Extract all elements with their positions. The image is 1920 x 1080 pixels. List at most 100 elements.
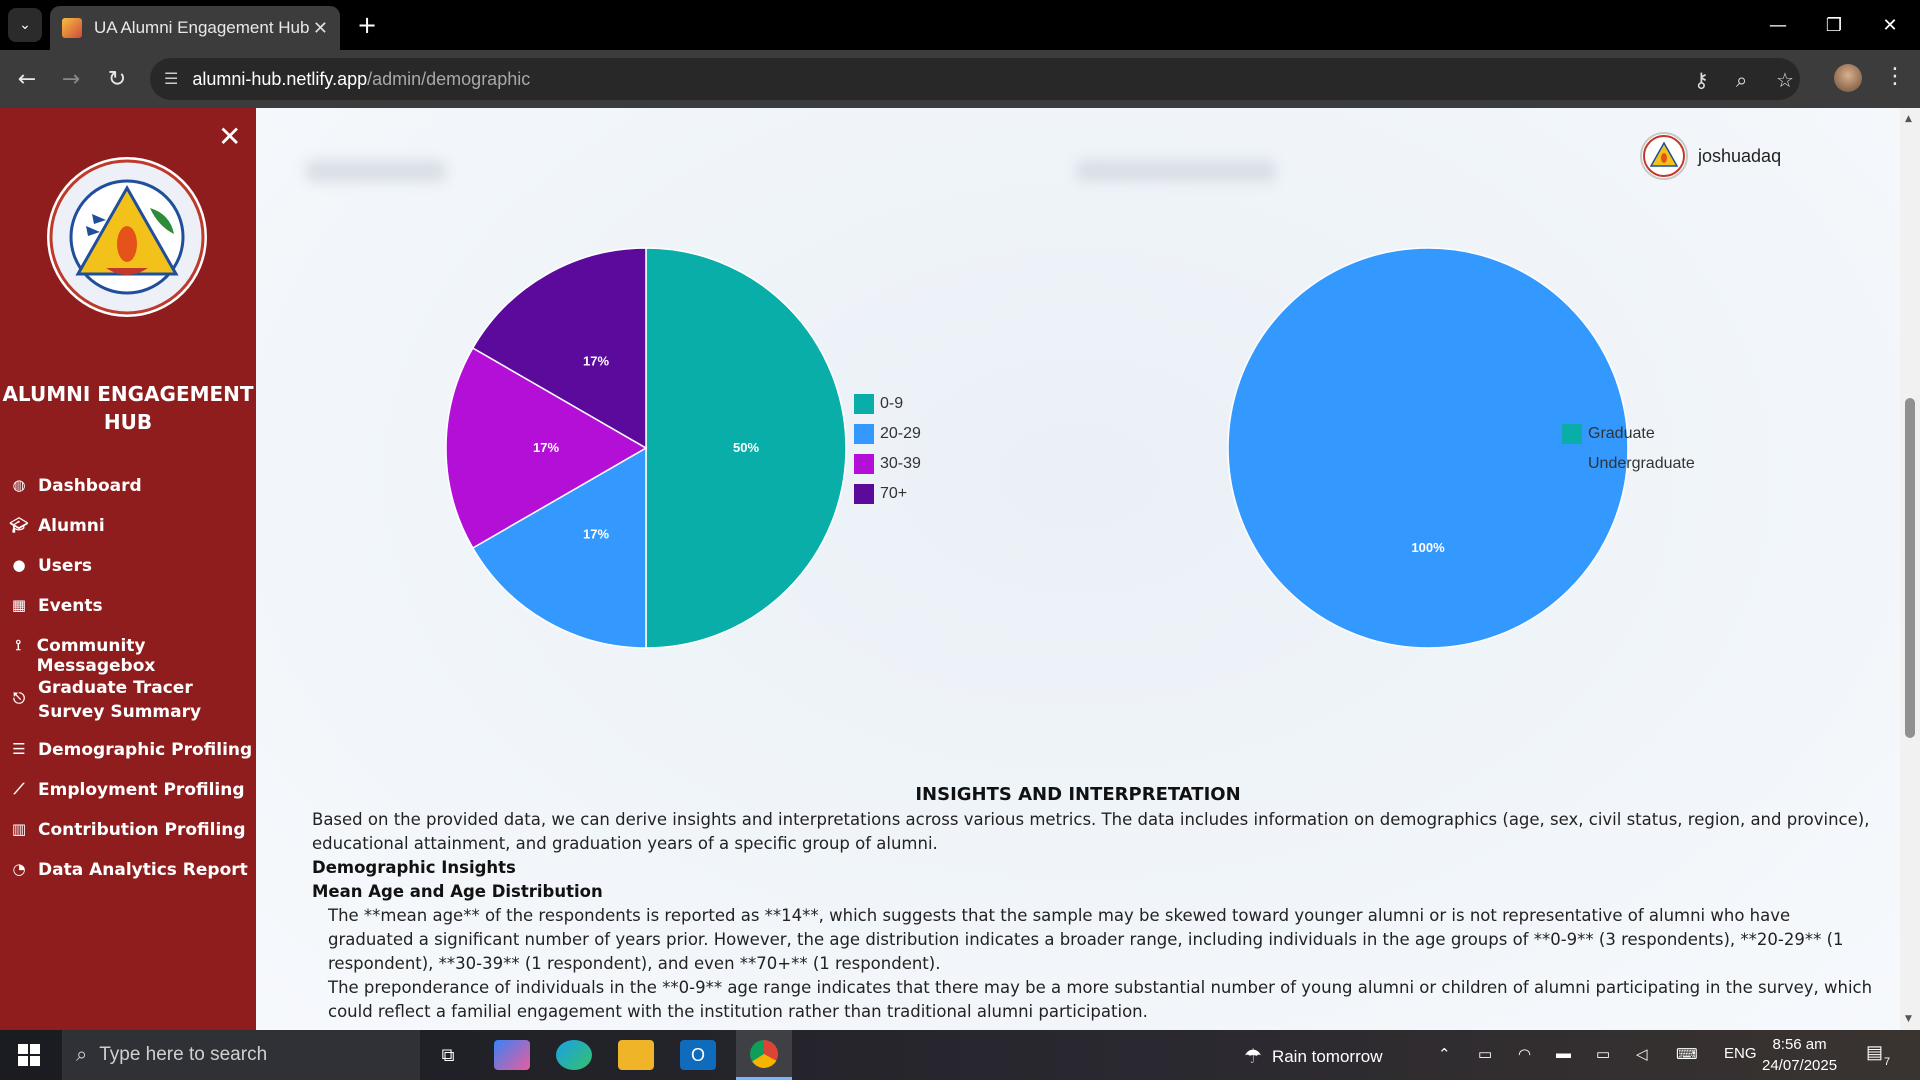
network-icon[interactable]: ◠ [1518,1045,1531,1063]
restore-button[interactable]: ❐ [1814,8,1854,42]
legend-label: 70+ [880,485,908,502]
browser-tab-strip: ⌄ UA Alumni Engagement Hub ✕ + — ❐ ✕ [0,0,1920,50]
search-placeholder: Type here to search [99,1044,268,1065]
scrollbar-thumb[interactable] [1905,398,1915,738]
tab-title: UA Alumni Engagement Hub [94,18,310,37]
minimize-button[interactable]: — [1758,8,1798,42]
palette-icon: ◍ [12,476,26,494]
legend-item[interactable]: Graduate [1562,424,1655,444]
file-explorer-icon[interactable] [618,1040,654,1070]
favicon-icon [62,18,82,38]
pie-slice-undergraduate[interactable] [1227,247,1629,649]
task-view-icon[interactable]: ⧉ [430,1040,466,1070]
sidebar-item-events[interactable]: ▦ Events [8,596,103,616]
age-pie-chart: 50% 17% 17% 17% [445,247,847,649]
blurred-heading [1076,160,1276,182]
username[interactable]: joshuadaq [1698,146,1781,167]
sidebar-item-data-analytics-report[interactable]: ◔ Data Analytics Report [8,860,247,880]
legend-item[interactable]: 20-29 [854,424,921,444]
taskbar-search-box[interactable]: ⌕ Type here to search [62,1030,420,1080]
education-pie-chart: 0%100% [1227,247,1629,649]
blurred-heading [306,160,446,182]
sidebar-item-community-messagebox[interactable]: ⟟ Community Messagebox [8,636,256,676]
weather-text: Rain tomorrow [1271,1046,1383,1066]
sidebar-item-contribution-profiling[interactable]: ▥ Contribution Profiling [8,820,246,840]
browser-tab[interactable]: UA Alumni Engagement Hub ✕ [50,6,340,50]
legend-item[interactable]: 30-39 [854,454,921,474]
bookmark-star-icon[interactable]: ☆ [1776,68,1794,92]
section-heading: Demographic Insights [312,858,516,877]
scroll-down-icon[interactable]: ▼ [1905,1014,1912,1024]
clock-date: 24/07/2025 [1762,1057,1838,1074]
address-bar[interactable]: ☰ alumni-hub.netlify.app/admin/demograph… [150,58,1800,100]
clock-time: 8:56 am [1772,1036,1827,1053]
site-info-icon[interactable]: ☰ [164,69,178,89]
page-scrollbar[interactable]: ▲ ▼ [1900,108,1920,1030]
insights-title: INSIGHTS AND INTERPRETATION [915,784,1241,805]
legend-swatch [854,454,874,474]
sidebar-item-dashboard[interactable]: ◍ Dashboard [8,476,141,496]
legend-swatch [1562,454,1582,474]
copilot-icon[interactable] [494,1040,530,1070]
sidebar-item-label: Graduate Tracer Survey Summary [38,678,202,722]
battery-icon[interactable]: ▭ [1596,1045,1610,1063]
windows-start-button[interactable] [18,1044,40,1066]
pie-data-label: 17% [583,353,609,368]
reload-button[interactable]: ↻ [100,62,134,96]
pie-chart-icon: ◔ [12,860,26,878]
legend-item[interactable]: 70+ [854,484,907,504]
meet-icon[interactable]: ▭ [1478,1045,1492,1063]
key-icon[interactable]: ⚷ [1694,68,1709,92]
legend-swatch [854,394,874,414]
notification-icon[interactable]: ▤ [1866,1042,1883,1063]
sidebar-item-label: Demographic Profiling [38,740,253,760]
sidebar-item-graduate-tracer-survey-summary[interactable]: ⎋ Graduate Tracer Survey Summary [8,676,248,724]
sidebar-item-alumni[interactable]: 🎓︎ Alumni [8,516,104,536]
back-button[interactable]: ← [10,62,44,96]
user-avatar[interactable] [1640,132,1688,180]
sidebar: ✕ ALUMNI ENGAGEMENT HUB ◍ Dashboard 🎓︎ Alu… [0,108,256,1030]
legend-label: Graduate [1588,425,1655,442]
legend-item[interactable]: 0-9 [854,394,903,414]
new-tab-button[interactable]: + [352,10,382,40]
close-sidebar-icon[interactable]: ✕ [218,120,241,153]
sidebar-item-employment-profiling[interactable]: ⟋ Employment Profiling [8,780,245,800]
legend-label: 30-39 [880,455,921,472]
pie-data-label: 17% [583,527,609,542]
insight-paragraph: The preponderance of individuals in the … [328,978,1873,1021]
chrome-icon [750,1039,778,1068]
forward-button[interactable]: → [54,62,88,96]
weather-widget[interactable]: ☂ Rain tomorrow [1244,1044,1382,1069]
pie-data-label: 17% [533,440,559,455]
tab-search-button[interactable]: ⌄ [8,8,42,42]
main-content: joshuadaq 50% 17% 17% 17% 0-9 20-29 30-39 7… [256,108,1900,1030]
close-window-button[interactable]: ✕ [1870,8,1910,42]
legend-item[interactable]: Undergraduate [1562,454,1695,474]
display-icon[interactable]: ▬ [1556,1045,1571,1062]
language-indicator[interactable]: ENG [1724,1045,1757,1062]
chrome-menu-icon[interactable]: ⋮ [1884,64,1906,89]
edge-icon[interactable] [556,1040,592,1070]
graduation-cap-icon: 🎓︎ [9,516,29,534]
chevron-up-icon[interactable]: ⌃ [1438,1045,1451,1063]
close-tab-icon[interactable]: ✕ [313,18,328,39]
outlook-icon[interactable]: O [680,1040,716,1070]
sidebar-item-users[interactable]: ● Users [8,556,92,576]
legend-label: 0-9 [880,395,904,412]
volume-icon[interactable]: ◁ [1636,1045,1648,1063]
scroll-up-icon[interactable]: ▲ [1905,114,1912,124]
line-chart-icon: ⟋ [13,780,25,798]
chrome-taskbar-button[interactable] [736,1030,792,1080]
university-seal-icon [1643,135,1685,177]
broadcast-icon: ⟟ [15,636,22,654]
zoom-icon[interactable]: ⌕ [1736,68,1747,92]
legend-swatch [854,484,874,504]
legend-label: Undergraduate [1588,455,1695,472]
subheading: Mean Age and Age Distribution [312,882,603,901]
keyboard-icon[interactable]: ⌨ [1676,1045,1698,1063]
chrome-profile-avatar[interactable] [1834,64,1862,92]
system-clock[interactable]: 8:56 am 24/07/2025 [1762,1034,1837,1076]
sidebar-item-demographic-profiling[interactable]: ☰ Demographic Profiling [8,740,252,760]
sidebar-item-label: Community Messagebox [36,636,156,676]
legend-swatch [1562,424,1582,444]
